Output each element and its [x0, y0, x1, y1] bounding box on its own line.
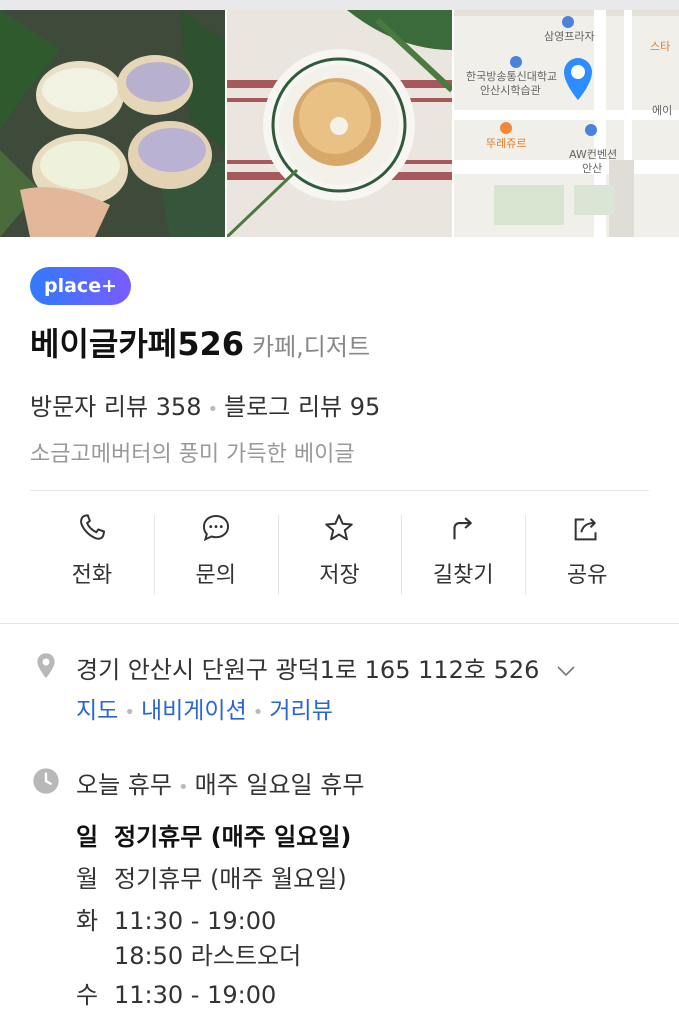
hours-status-note: 매주 일요일 휴무 [194, 771, 365, 799]
map-label-ansan: 안산 [582, 162, 603, 175]
day-label: 월 [76, 865, 99, 893]
map-link[interactable]: 지도 [76, 698, 118, 724]
call-button[interactable]: 전화 [30, 511, 154, 599]
phone-icon [79, 514, 105, 540]
hours-tuesday: 화 11:30 - 19:00 [76, 900, 649, 942]
day-label: 수 [76, 981, 99, 1009]
action-bar: 전화 문의 저장 길찾기 공유 [0, 491, 679, 599]
place-category: 카페,디저트 [252, 333, 371, 361]
place-plus-badge: place+ [30, 267, 132, 305]
photo-bagel-plate[interactable] [227, 10, 452, 237]
day-time: 11:30 - 19:00 [114, 981, 277, 1009]
chevron-down-icon[interactable] [555, 664, 577, 678]
share-label: 공유 [566, 563, 608, 588]
day-time: 11:30 - 19:00 [114, 907, 277, 935]
clock-icon [33, 768, 59, 794]
hours-sunday: 일 정기휴무 (매주 일요일) [76, 816, 649, 858]
map-label-star: 스타 [650, 40, 671, 53]
map-label-ei: 에이 [652, 104, 673, 117]
map-thumbnail[interactable]: 삼영프라자 스타 한국방송통신대학교 안산시학습관 에이 뚜레쥬르 AW컨벤션 … [454, 10, 679, 237]
hours-row[interactable]: 오늘 휴무 • 매주 일요일 휴무 [30, 765, 649, 800]
review-counts: 방문자 리뷰 358 • 블로그 리뷰 95 [30, 393, 381, 421]
day-time: 정기휴무 (매주 일요일) [114, 823, 352, 851]
map-label-samyoung: 삼영프라자 [544, 30, 595, 43]
address-line[interactable]: 경기 안산시 단원구 광덕1로 165 112호 526 [76, 650, 577, 685]
star-icon [325, 514, 354, 541]
chat-icon [202, 514, 229, 542]
day-label: 화 [76, 907, 99, 935]
share-icon [574, 518, 597, 541]
hours-monday: 월 정기휴무 (매주 월요일) [76, 858, 649, 900]
day-time: 정기휴무 (매주 월요일) [114, 865, 347, 893]
visitor-reviews-link[interactable]: 방문자 리뷰 358 [30, 393, 201, 421]
last-order-note: 18:50 라스트오더 [114, 942, 302, 970]
address-text: 경기 안산시 단원구 광덕1로 165 112호 526 [76, 656, 540, 684]
map-label-learning-center: 안산시학습관 [480, 84, 541, 97]
call-label: 전화 [71, 563, 113, 588]
navigation-link[interactable]: 내비게이션 [141, 698, 247, 724]
directions-label: 길찾기 [432, 563, 494, 588]
place-description: 소금고메버터의 풍미 가득한 베이글 [30, 442, 355, 467]
photo-gallery: 삼영프라자 스타 한국방송통신대학교 안산시학습관 에이 뚜레쥬르 AW컨벤션 … [0, 10, 679, 237]
save-label: 저장 [319, 563, 360, 588]
hours-schedule: 일 정기휴무 (매주 일요일) 월 정기휴무 (매주 월요일) 화 11:30 … [76, 816, 649, 1016]
hours-wednesday: 수 11:30 - 19:00 [76, 974, 649, 1016]
place-name: 베이글카페526 [30, 325, 244, 363]
photo-bagel-sandwiches[interactable] [0, 10, 225, 237]
share-button[interactable]: 공유 [525, 511, 649, 599]
save-button[interactable]: 저장 [277, 511, 402, 599]
inquiry-label: 문의 [195, 563, 236, 588]
location-pin-icon [37, 653, 55, 678]
blog-reviews-link[interactable]: 블로그 리뷰 95 [224, 393, 380, 421]
map-label-touslesjours: 뚜레쥬르 [486, 137, 527, 150]
directions-button[interactable]: 길찾기 [401, 511, 525, 599]
directions-icon [453, 517, 473, 540]
address-row: 경기 안산시 단원구 광덕1로 165 112호 526 지도 • 내비게이션 • 거리… [30, 650, 649, 725]
inquiry-button[interactable]: 문의 [153, 511, 278, 599]
hours-status: 오늘 휴무 [76, 771, 172, 799]
address-links: 지도 • 내비게이션 • 거리뷰 [76, 698, 333, 724]
street-view-link[interactable]: 거리뷰 [269, 698, 332, 724]
top-bar [0, 0, 679, 10]
day-label: 일 [76, 823, 99, 851]
